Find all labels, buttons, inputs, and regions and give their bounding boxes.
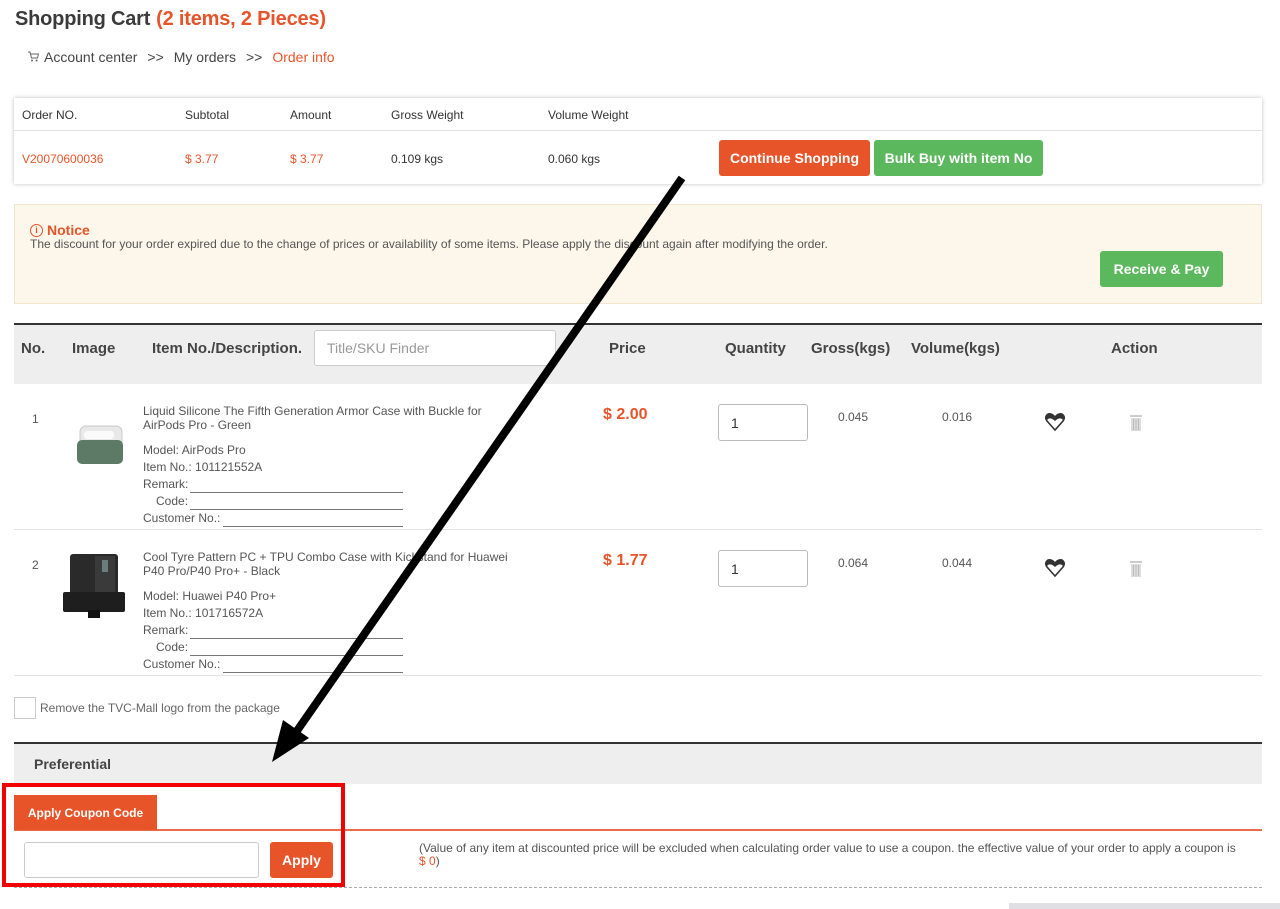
breadcrumb-my-orders[interactable]: My orders: [174, 49, 236, 65]
notice-message: The discount for your order expired due …: [30, 237, 828, 251]
col-subtotal: Subtotal: [185, 108, 230, 122]
remark-field[interactable]: [190, 627, 404, 639]
item-price: $ 1.77: [603, 552, 648, 569]
page-title: Shopping Cart (2 items, 2 Pieces): [15, 8, 326, 31]
breadcrumb: Account center >> My orders >> Order inf…: [27, 49, 335, 65]
item-gross-weight: 0.064: [838, 556, 869, 570]
order-subtotal: $ 3.77: [185, 152, 219, 166]
coupon-note: (Value of any item at discounted price w…: [419, 842, 1239, 868]
col-volume: Volume(kgs): [911, 340, 1000, 357]
dashed-divider: [14, 887, 1262, 888]
order-summary-header: Order NO. Subtotal Amount Gross Weight V…: [14, 98, 1262, 131]
col-amount: Amount: [290, 108, 332, 122]
col-gross-weight: Gross Weight: [391, 108, 464, 122]
continue-shopping-button[interactable]: Continue Shopping: [719, 140, 870, 176]
item-gross-weight: 0.045: [838, 410, 869, 424]
favorite-heart-icon[interactable]: [1044, 412, 1066, 432]
preferential-header: Preferential: [14, 742, 1262, 784]
remove-logo-checkbox[interactable]: [14, 697, 36, 719]
customer-no-label: Customer No.:: [143, 511, 221, 525]
notice-title-text: Notice: [47, 222, 90, 238]
remark-field[interactable]: [190, 481, 404, 493]
order-amount: $ 3.77: [290, 152, 324, 166]
product-meta: Model: AirPods Pro Item No.: 101121552A …: [143, 442, 404, 527]
order-number: V20070600036: [22, 152, 104, 166]
col-no: No.: [21, 340, 46, 357]
cart-icon: [28, 51, 39, 62]
cart-count: (2 items, 2 Pieces): [156, 8, 326, 30]
remark-label: Remark:: [143, 477, 189, 491]
notice-title: i Notice: [30, 222, 90, 238]
preferential-title: Preferential: [34, 756, 112, 772]
breadcrumb-order-info: Order info: [272, 49, 335, 65]
item-volume-weight: 0.044: [942, 556, 973, 570]
item-volume-weight: 0.016: [942, 410, 973, 424]
product-meta: Model: Huawei P40 Pro+ Item No.: 1017165…: [143, 588, 404, 673]
delete-trash-icon[interactable]: [1128, 414, 1144, 432]
code-field[interactable]: [190, 498, 404, 510]
product-model: Model: Huawei P40 Pro+: [143, 589, 277, 603]
table-row: 2 Cool Tyre Pattern PC + TPU Combo Case …: [14, 530, 1262, 676]
apply-coupon-button[interactable]: Apply: [270, 842, 333, 878]
sku-finder-input[interactable]: [314, 330, 556, 366]
row-number: 1: [32, 412, 39, 426]
col-volume-weight: Volume Weight: [548, 108, 629, 122]
col-action: Action: [1111, 340, 1158, 357]
quantity-input[interactable]: [718, 404, 808, 441]
coupon-note-close: ): [435, 854, 440, 868]
tab-apply-coupon-code[interactable]: Apply Coupon Code: [14, 795, 157, 830]
order-gross-weight: 0.109 kgs: [391, 152, 444, 166]
item-price: $ 2.00: [603, 406, 648, 423]
bottom-panel-edge: [1009, 903, 1280, 909]
info-icon: i: [30, 223, 43, 237]
code-label: Code:: [156, 640, 189, 654]
row-number: 2: [32, 558, 39, 572]
product-image-airpods-case[interactable]: [60, 406, 128, 476]
notice-panel: i Notice The discount for your order exp…: [14, 204, 1262, 304]
table-row: 1 Liquid Silicone The Fifth Generation A…: [14, 384, 1262, 530]
col-description: Item No./Description.: [152, 340, 303, 357]
bulk-buy-button[interactable]: Bulk Buy with item No: [874, 140, 1043, 176]
items-table-header: No. Image Item No./Description. Price Qu…: [14, 323, 1262, 384]
col-quantity: Quantity: [725, 340, 786, 357]
product-title[interactable]: Cool Tyre Pattern PC + TPU Combo Case wi…: [143, 550, 513, 578]
col-image: Image: [72, 340, 116, 357]
product-model: Model: AirPods Pro: [143, 443, 246, 457]
remark-label: Remark:: [143, 623, 189, 637]
coupon-note-text: (Value of any item at discounted price w…: [419, 841, 1236, 855]
col-gross: Gross(kgs): [811, 340, 891, 357]
col-price: Price: [609, 340, 646, 357]
product-item-no: Item No.: 101121552A: [143, 460, 263, 474]
customer-no-field[interactable]: [223, 661, 404, 673]
order-volume-weight: 0.060 kgs: [548, 152, 601, 166]
remove-logo-option[interactable]: Remove the TVC-Mall logo from the packag…: [14, 697, 280, 719]
remove-logo-label: Remove the TVC-Mall logo from the packag…: [40, 701, 280, 715]
customer-no-field[interactable]: [223, 515, 404, 527]
product-title[interactable]: Liquid Silicone The Fifth Generation Arm…: [143, 404, 513, 432]
col-order-no: Order NO.: [22, 108, 78, 122]
customer-no-label: Customer No.:: [143, 657, 221, 671]
page-title-text: Shopping Cart: [15, 8, 151, 30]
code-label: Code:: [156, 494, 189, 508]
breadcrumb-separator: >>: [245, 49, 263, 65]
breadcrumb-separator: >>: [147, 49, 164, 65]
code-field[interactable]: [190, 644, 404, 656]
favorite-heart-icon[interactable]: [1044, 558, 1066, 578]
coupon-effective-value: $ 0: [419, 854, 436, 868]
coupon-code-input[interactable]: [24, 842, 259, 878]
product-image-huawei-case[interactable]: [60, 552, 128, 622]
tab-underline: [14, 829, 1262, 831]
product-item-no: Item No.: 101716572A: [143, 606, 264, 620]
breadcrumb-account-center[interactable]: Account center: [44, 49, 137, 65]
quantity-input[interactable]: [718, 550, 808, 587]
receive-and-pay-button[interactable]: Receive & Pay: [1100, 251, 1223, 287]
order-summary: Order NO. Subtotal Amount Gross Weight V…: [14, 98, 1262, 184]
delete-trash-icon[interactable]: [1128, 560, 1144, 578]
